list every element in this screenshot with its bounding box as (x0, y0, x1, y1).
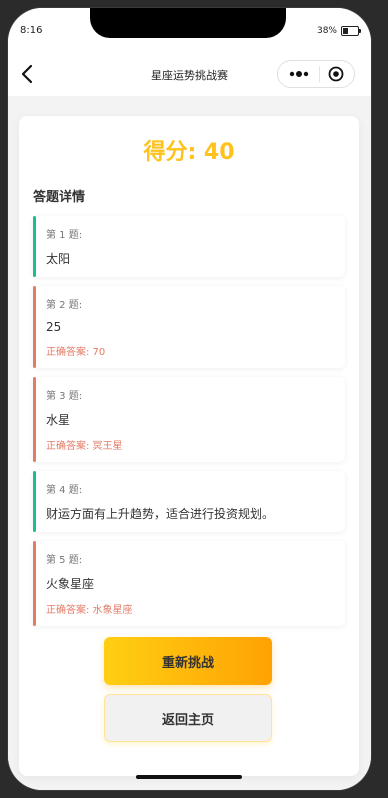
correct-answer: 正确答案: 70 (46, 347, 106, 358)
question-label: 第 5 题: (46, 555, 83, 566)
question-label: 第 3 题: (46, 391, 83, 402)
answer-item: 第 3 题: 水星正确答案: 冥王星 (33, 377, 345, 462)
user-answer: 财运方面有上升趋势，适合进行投资规划。 (46, 507, 275, 521)
home-button[interactable]: 返回主页 (104, 694, 272, 742)
battery-indicator: 38% (316, 26, 361, 36)
question-label: 第 4 题: (46, 485, 83, 496)
battery-icon (341, 26, 361, 36)
user-answer: 水星 (46, 413, 71, 427)
question-label: 第 2 题: (46, 300, 83, 311)
mini-program-capsule (277, 60, 355, 88)
phone-frame: 8:16 38% 星座运势挑战赛 得分: 40 答题详情 第 1 题: 太阳 第… (8, 8, 371, 790)
answer-list: 第 1 题: 太阳第 2 题: 25 正确答案: 70 第 3 题: 水星正确答案: 冥王… (33, 216, 345, 635)
answer-item: 第 5 题: 火象星座正确答案: 水象星座 (33, 541, 345, 626)
answer-item: 第 4 题: 财运方面有上升趋势，适合进行投资规划。 (33, 471, 345, 532)
capsule-divider (318, 66, 320, 82)
status-bar: 8:16 38% (8, 8, 371, 52)
status-time: 8:16 (20, 25, 43, 36)
user-answer: 25 (46, 320, 62, 334)
user-answer: 太阳 (46, 252, 71, 266)
navigation-bar: 星座运势挑战赛 (8, 52, 371, 96)
retry-button[interactable]: 重新挑战 (104, 637, 272, 685)
answer-item: 第 1 题: 太阳 (33, 216, 345, 277)
answer-item: 第 2 题: 25 正确答案: 70 (33, 286, 345, 368)
notch (90, 8, 286, 38)
user-answer: 火象星座 (46, 577, 95, 591)
battery-percent: 38% (316, 26, 337, 36)
target-icon[interactable] (328, 66, 344, 82)
section-title: 答题详情 (33, 190, 86, 205)
correct-answer: 正确答案: 冥王星 (46, 441, 123, 452)
more-dots-icon[interactable] (288, 70, 310, 78)
home-indicator (136, 775, 242, 779)
question-label: 第 1 题: (46, 230, 83, 241)
content-area[interactable]: 得分: 40 答题详情 第 1 题: 太阳第 2 题: 25 正确答案: 70 第 3 … (8, 96, 371, 790)
score-display: 得分: 40 (143, 140, 235, 165)
correct-answer: 正确答案: 水象星座 (46, 605, 133, 616)
